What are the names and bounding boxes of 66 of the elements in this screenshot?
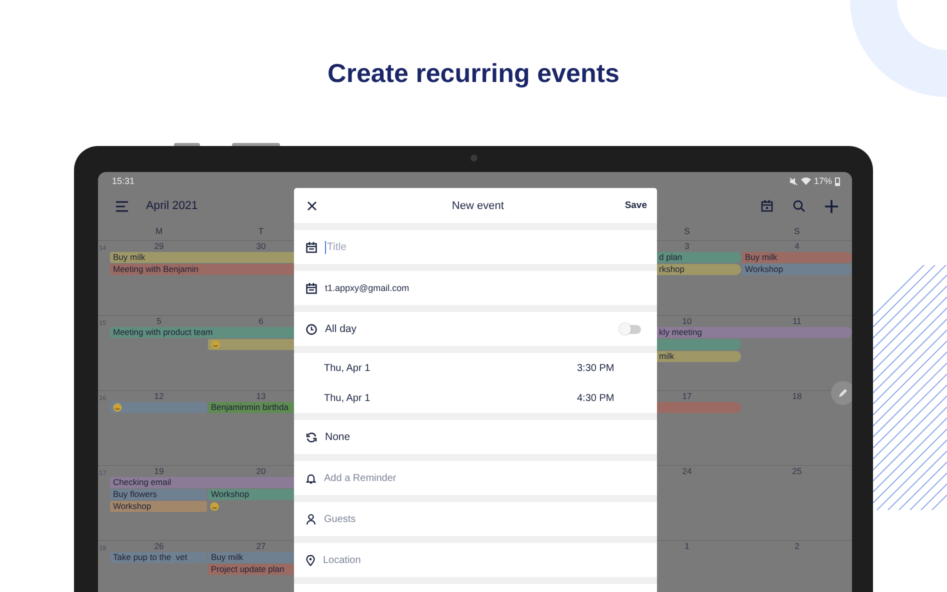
day-number[interactable]: 25 [792, 466, 802, 476]
smiley-icon [211, 340, 220, 349]
weekday-label: M [155, 226, 163, 236]
event-bar[interactable]: Buy milk [742, 252, 852, 263]
location-field[interactable]: Location [323, 554, 361, 566]
date-value[interactable]: Thu, Apr 1 [324, 392, 370, 404]
calendar-icon [306, 282, 317, 294]
day-number[interactable]: 20 [256, 466, 266, 476]
search-icon[interactable] [793, 200, 805, 212]
guests-field[interactable]: Guests [324, 514, 356, 524]
event-bar[interactable]: Buy flowers [110, 489, 207, 500]
menu-icon[interactable] [116, 200, 128, 212]
event-bar[interactable]: Workshop [110, 501, 207, 512]
day-number[interactable]: 3 [684, 241, 690, 251]
calendar-today-icon[interactable] [761, 200, 773, 212]
day-number[interactable]: 24 [682, 466, 692, 476]
weekday-label: S [684, 226, 690, 236]
clock-icon [306, 324, 317, 334]
bell-icon [306, 472, 316, 484]
close-icon[interactable] [307, 200, 317, 210]
day-number[interactable]: 11 [792, 316, 802, 326]
day-number[interactable]: 4 [794, 241, 800, 251]
wifi-icon [800, 177, 811, 185]
day-number[interactable]: 30 [256, 241, 266, 251]
all-day-toggle[interactable] [620, 324, 641, 334]
day-number[interactable]: 2 [794, 541, 800, 551]
save-button[interactable]: Save [624, 198, 647, 213]
mute-icon [788, 176, 798, 186]
weekday-label: S [794, 226, 800, 236]
event-bar[interactable]: Workshop [742, 264, 852, 275]
person-icon [306, 514, 316, 524]
event-bar[interactable]: Take pup to the vet [110, 552, 207, 563]
title-field[interactable]: Title [294, 230, 657, 264]
day-number[interactable]: 6 [258, 316, 264, 326]
day-number[interactable]: 19 [154, 466, 164, 476]
time-value[interactable]: 3:30 PM [577, 362, 657, 374]
battery-level: 17% [814, 176, 832, 186]
add-icon[interactable] [825, 200, 838, 212]
smiley-icon[interactable] [210, 502, 219, 511]
day-number[interactable]: 13 [256, 391, 266, 401]
status-time: 15:31 [112, 176, 135, 186]
day-number[interactable]: 29 [154, 241, 164, 251]
calendar-icon [306, 242, 317, 252]
repeat-icon [306, 432, 317, 442]
weekday-label: T [258, 226, 264, 236]
field-value[interactable]: None [325, 431, 350, 443]
time-value[interactable]: 4:30 PM [577, 392, 657, 404]
date-value[interactable]: Thu, Apr 1 [324, 362, 370, 374]
day-number[interactable]: 10 [682, 316, 692, 326]
location-pin-icon [306, 554, 315, 566]
camera-icon [470, 154, 478, 162]
field-value[interactable]: t1.appxy@gmail.com [325, 283, 410, 293]
edit-button[interactable] [831, 381, 852, 405]
battery-icon [835, 176, 840, 186]
day-number[interactable]: 5 [156, 316, 162, 326]
day-number[interactable]: 26 [154, 541, 164, 551]
day-number[interactable]: 17 [682, 391, 692, 401]
month-title: April 2021 [146, 200, 198, 212]
smiley-icon [113, 403, 122, 412]
day-number[interactable]: 18 [792, 391, 802, 401]
day-number[interactable]: 1 [684, 541, 690, 551]
dialog-title: New event [450, 200, 505, 212]
day-number[interactable]: 27 [256, 541, 266, 551]
day-number[interactable]: 12 [154, 391, 164, 401]
page-heading: Create recurring events [328, 58, 620, 88]
pencil-icon [838, 388, 848, 398]
